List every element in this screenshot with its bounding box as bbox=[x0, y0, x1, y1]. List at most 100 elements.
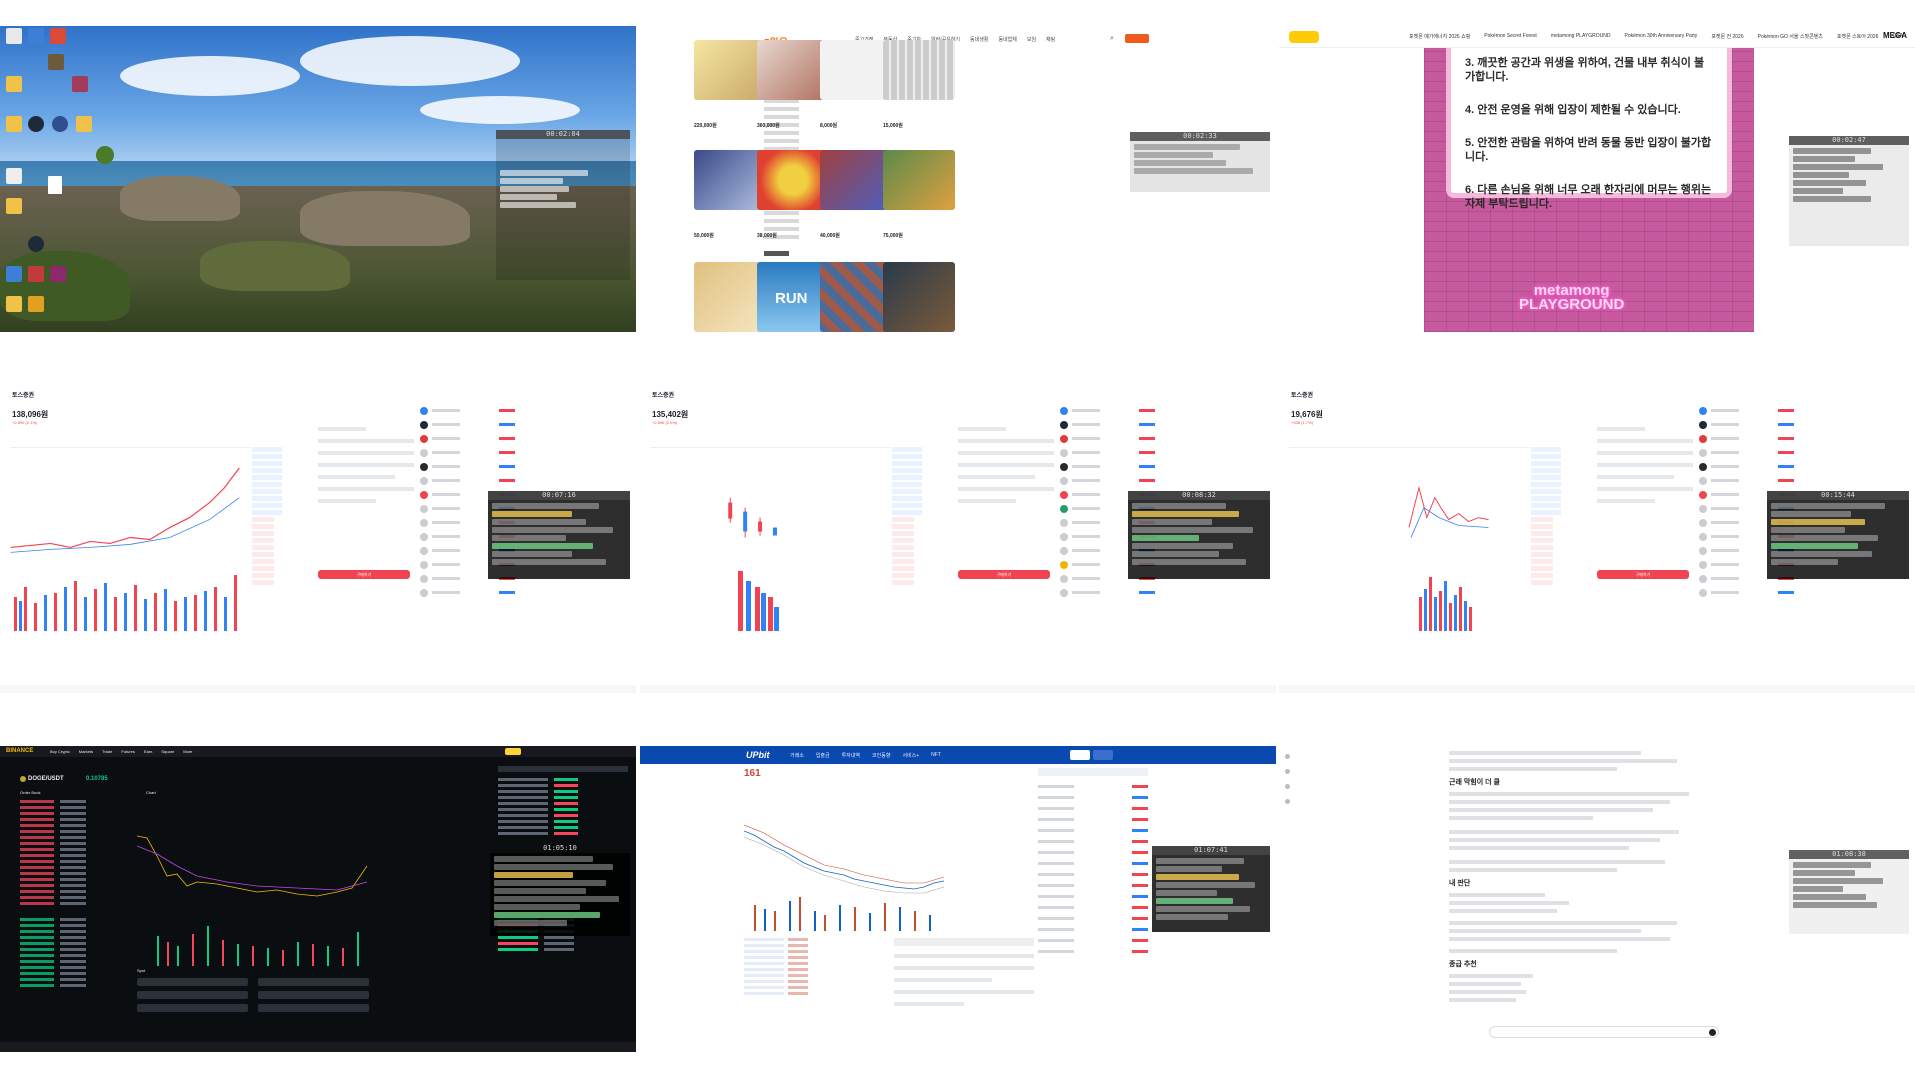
app-icon[interactable] bbox=[50, 266, 66, 282]
buy-button[interactable]: 구매하기 bbox=[958, 570, 1050, 579]
trading-pair[interactable]: DOGE/USDT bbox=[28, 776, 64, 782]
product-image[interactable]: RUN bbox=[757, 262, 829, 332]
login-button[interactable] bbox=[1070, 750, 1090, 760]
file-icon[interactable] bbox=[48, 176, 62, 194]
nav-item[interactable]: 거래소 bbox=[790, 752, 804, 759]
chat-input[interactable] bbox=[1489, 1026, 1719, 1038]
app-icon[interactable] bbox=[28, 116, 44, 132]
app-download-button[interactable] bbox=[1125, 34, 1149, 43]
toss-logo[interactable]: 토스증권 bbox=[652, 390, 674, 399]
search-icon[interactable]: ⌕ bbox=[1110, 35, 1114, 43]
product-image[interactable] bbox=[883, 150, 955, 210]
folder-icon[interactable] bbox=[6, 296, 22, 312]
nav-item[interactable]: NFT bbox=[931, 752, 941, 759]
nav-item[interactable]: Buy Crypto bbox=[50, 749, 70, 754]
product-price: 50,000원 bbox=[694, 233, 714, 239]
nav-item[interactable]: 동네업체 bbox=[998, 36, 1016, 43]
product-image[interactable] bbox=[820, 150, 892, 210]
desktop-icon[interactable] bbox=[50, 28, 66, 44]
product-image[interactable] bbox=[820, 262, 892, 332]
nav-item[interactable]: Square bbox=[161, 749, 174, 754]
product-image[interactable] bbox=[820, 40, 892, 100]
file-icon[interactable] bbox=[6, 168, 22, 184]
amount-input[interactable] bbox=[137, 991, 248, 999]
app-icon[interactable] bbox=[52, 116, 68, 132]
candle-chart[interactable] bbox=[137, 796, 369, 966]
nav-item[interactable]: Pokémon GO 서울 스팟콘텐츠 bbox=[1758, 33, 1823, 40]
upbit-logo[interactable]: UPbit bbox=[746, 750, 770, 760]
order-book[interactable] bbox=[252, 447, 312, 617]
toss-logo[interactable]: 토스증권 bbox=[12, 390, 34, 399]
product-image[interactable] bbox=[757, 40, 829, 100]
game-icon[interactable] bbox=[48, 54, 64, 70]
nav-item[interactable]: 코인동향 bbox=[872, 752, 890, 759]
desktop-icon[interactable] bbox=[28, 28, 44, 44]
nav-item[interactable]: Earn bbox=[144, 749, 152, 754]
nav-item[interactable]: Trade bbox=[102, 749, 112, 754]
order-book[interactable] bbox=[892, 447, 952, 617]
chart-tab[interactable]: Chart bbox=[146, 790, 156, 795]
amount-input[interactable] bbox=[258, 991, 369, 999]
menu-icon[interactable] bbox=[1285, 754, 1290, 759]
send-icon[interactable] bbox=[1709, 1029, 1716, 1036]
product-image[interactable] bbox=[883, 262, 955, 332]
search-button[interactable] bbox=[505, 748, 521, 755]
nav-item[interactable]: 포켓몬 스토어 2026 bbox=[1837, 33, 1879, 40]
spot-tab[interactable]: Spot bbox=[137, 968, 145, 973]
coin-list bbox=[1038, 768, 1148, 1048]
app-icon[interactable] bbox=[28, 266, 44, 282]
nav-item[interactable]: 포켓몬 메가에너지 2026 쇼핑 bbox=[1409, 33, 1470, 40]
nav-item[interactable]: Pokémon Secret Forest bbox=[1484, 33, 1537, 40]
nav-item[interactable]: 동네생활 bbox=[970, 36, 988, 43]
app-icon[interactable] bbox=[96, 146, 114, 164]
price-input[interactable] bbox=[137, 978, 248, 986]
order-book[interactable] bbox=[1531, 447, 1591, 617]
app-icon[interactable] bbox=[6, 266, 22, 282]
product-image[interactable] bbox=[694, 150, 766, 210]
nav-item[interactable]: Markets bbox=[79, 749, 93, 754]
product-image[interactable] bbox=[883, 40, 955, 100]
nav-item[interactable]: 채팅 bbox=[1046, 36, 1055, 43]
nav-item[interactable]: 모임 bbox=[1027, 36, 1036, 43]
total-input[interactable] bbox=[258, 1004, 369, 1012]
nav-item[interactable]: Pokémon 30th Anniversary Party bbox=[1624, 33, 1697, 40]
product-image[interactable] bbox=[694, 262, 766, 332]
nav-item[interactable]: metamong PLAYGROUND bbox=[1551, 33, 1611, 40]
nav-item[interactable]: 포켓몬 전 2026 bbox=[1711, 33, 1743, 40]
search-icon[interactable] bbox=[1285, 784, 1290, 789]
signup-button[interactable] bbox=[1093, 750, 1113, 760]
folder-icon[interactable] bbox=[6, 76, 22, 92]
nav-item[interactable]: More bbox=[183, 749, 192, 754]
app-icon[interactable] bbox=[28, 296, 44, 312]
pokemon-logo[interactable] bbox=[1289, 31, 1319, 43]
price-chart[interactable] bbox=[744, 811, 999, 931]
response-heading: 종급 추천 bbox=[1449, 961, 1477, 968]
order-book[interactable] bbox=[744, 938, 884, 1048]
mega-logo[interactable]: MEGA bbox=[1883, 31, 1907, 40]
doge-icon bbox=[20, 776, 26, 782]
total-input[interactable] bbox=[137, 1004, 248, 1012]
nav-item[interactable]: 입출금 bbox=[816, 752, 830, 759]
chat-response: 근래 막힘이 더 클 내 판단 종급 추천 bbox=[1449, 751, 1689, 1006]
order-book[interactable] bbox=[20, 800, 132, 1050]
buy-button[interactable]: 구매하기 bbox=[318, 570, 410, 579]
folder-icon[interactable] bbox=[6, 198, 22, 214]
folder-icon[interactable] bbox=[76, 116, 92, 132]
buy-button[interactable]: 구매하기 bbox=[1597, 570, 1689, 579]
desktop-icon[interactable] bbox=[6, 28, 22, 44]
app-icon[interactable] bbox=[28, 236, 44, 252]
nav-item[interactable]: Futures bbox=[121, 749, 135, 754]
product-image[interactable] bbox=[757, 150, 829, 210]
history-icon[interactable] bbox=[1285, 799, 1290, 804]
card-text: RUN bbox=[775, 290, 808, 307]
price-input[interactable] bbox=[258, 978, 369, 986]
folder-icon[interactable] bbox=[6, 116, 22, 132]
toss-logo[interactable]: 토스증권 bbox=[1291, 390, 1313, 399]
product-image[interactable] bbox=[694, 40, 766, 100]
product-price: 40,000원 bbox=[820, 233, 840, 239]
nav-item[interactable]: 서비스+ bbox=[902, 752, 919, 759]
game-icon[interactable] bbox=[72, 76, 88, 92]
binance-logo[interactable]: BINANCE bbox=[6, 748, 33, 754]
nav-item[interactable]: 투자내역 bbox=[842, 752, 860, 759]
new-chat-icon[interactable] bbox=[1285, 769, 1290, 774]
